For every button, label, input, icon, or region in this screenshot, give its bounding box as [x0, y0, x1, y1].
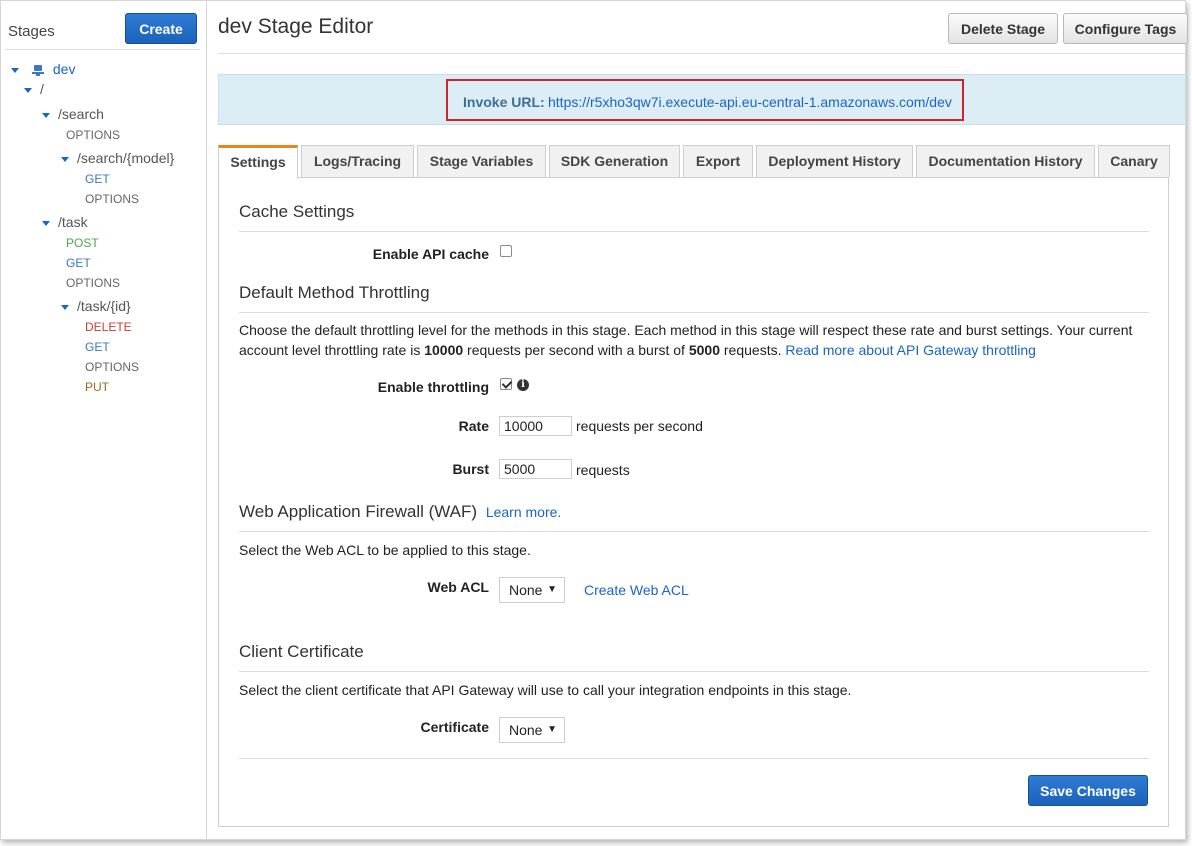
caret-down-icon[interactable] — [42, 112, 50, 118]
tab-logs-tracing[interactable]: Logs/Tracing — [301, 145, 414, 177]
dropdown-arrow-icon: ▼ — [547, 584, 557, 595]
caret-down-icon[interactable] — [24, 87, 32, 93]
enable-cache-checkbox[interactable] — [500, 245, 512, 257]
tab-settings[interactable]: Settings — [218, 145, 298, 179]
web-acl-selected-value: None — [509, 582, 543, 598]
method-get[interactable]: GET — [85, 170, 110, 188]
caret-down-icon[interactable] — [42, 220, 50, 226]
certificate-select[interactable]: None ▼ — [499, 717, 565, 743]
tree-item-search[interactable]: /search — [42, 105, 104, 123]
invoke-url-highlight: Invoke URL: https://r5xho3qw7i.execute-a… — [446, 79, 964, 121]
throttling-desc-text: requests. — [720, 342, 786, 358]
invoke-url-bar: Invoke URL: https://r5xho3qw7i.execute-a… — [218, 74, 1186, 125]
header-divider — [218, 53, 1186, 54]
certificate-description: Select the client certificate that API G… — [239, 682, 852, 698]
invoke-url-link[interactable]: https://r5xho3qw7i.execute-api.eu-centra… — [548, 94, 952, 110]
tree-item-stage-dev[interactable]: dev — [11, 60, 75, 78]
settings-panel: Cache Settings Enable API cache Default … — [218, 177, 1169, 827]
stage-name: dev — [52, 61, 76, 77]
tab-stage-variables[interactable]: Stage Variables — [417, 145, 546, 177]
stage-editor: dev Stage Editor Delete Stage Configure … — [208, 1, 1188, 839]
save-changes-button[interactable]: Save Changes — [1028, 775, 1148, 806]
rate-label: Rate — [458, 418, 489, 434]
window-frame: Stages Create dev / /search OPTIONS /sea… — [0, 0, 1188, 840]
resource-label: /search — [58, 106, 104, 122]
footer-divider — [239, 758, 1149, 759]
rate-unit: requests per second — [576, 418, 703, 434]
burst-label: Burst — [452, 461, 489, 477]
certificate-selected-value: None — [509, 722, 543, 738]
enable-throttling-label: Enable throttling — [377, 379, 489, 395]
tab-canary[interactable]: Canary — [1098, 145, 1170, 177]
tree-item-search-model[interactable]: /search/{model} — [61, 149, 174, 167]
burst-input[interactable] — [499, 459, 572, 479]
web-acl-select[interactable]: None ▼ — [499, 577, 565, 603]
delete-stage-button[interactable]: Delete Stage — [948, 13, 1058, 44]
caret-down-icon[interactable] — [61, 156, 69, 162]
caret-down-icon[interactable] — [61, 304, 69, 310]
method-options[interactable]: OPTIONS — [66, 126, 120, 144]
caret-down-icon[interactable] — [11, 67, 19, 73]
burst-unit: requests — [576, 462, 630, 478]
resource-label: /task — [58, 214, 88, 230]
section-divider — [239, 312, 1149, 313]
account-burst-value: 5000 — [688, 342, 720, 358]
section-divider — [239, 231, 1149, 232]
waf-learn-more-link[interactable]: Learn more. — [486, 504, 561, 520]
tab-documentation-history[interactable]: Documentation History — [916, 145, 1095, 177]
method-options[interactable]: OPTIONS — [66, 274, 120, 292]
create-web-acl-link[interactable]: Create Web ACL — [584, 582, 689, 598]
invoke-url-label: Invoke URL: — [463, 94, 545, 110]
tree-item-root[interactable]: / — [24, 80, 44, 98]
throttling-description: Choose the default throttling level for … — [239, 320, 1149, 360]
account-rate-value: 10000 — [424, 342, 464, 358]
cache-settings-heading: Cache Settings — [239, 202, 355, 221]
enable-throttling-checkbox[interactable] — [500, 378, 512, 390]
method-options[interactable]: OPTIONS — [85, 358, 139, 376]
sidebar-title: Stages — [8, 23, 55, 40]
method-delete[interactable]: DELETE — [85, 318, 132, 336]
waf-title-text: Web Application Firewall (WAF) — [239, 502, 478, 521]
dropdown-arrow-icon: ▼ — [547, 724, 557, 735]
method-options[interactable]: OPTIONS — [85, 190, 139, 208]
resource-label: / — [40, 81, 44, 97]
resource-label: /search/{model} — [77, 150, 175, 166]
waf-heading: Web Application Firewall (WAF) Learn mor… — [239, 502, 561, 522]
read-more-throttling-link[interactable]: Read more about API Gateway throttling — [785, 342, 1036, 358]
sidebar-divider — [6, 49, 200, 50]
tree-item-task[interactable]: /task — [42, 213, 88, 231]
method-post[interactable]: POST — [66, 234, 99, 252]
section-divider — [239, 671, 1149, 672]
tab-export[interactable]: Export — [683, 145, 753, 177]
configure-tags-button[interactable]: Configure Tags — [1063, 13, 1188, 44]
rate-input[interactable] — [499, 416, 572, 436]
throttling-desc-text: requests per second with a burst of — [463, 342, 689, 358]
method-get[interactable]: GET — [85, 338, 110, 356]
section-divider — [239, 531, 1149, 532]
client-certificate-heading: Client Certificate — [239, 642, 364, 661]
page-title: dev Stage Editor — [218, 15, 374, 38]
info-icon[interactable]: i — [517, 379, 529, 391]
certificate-label: Certificate — [420, 719, 489, 735]
web-acl-label: Web ACL — [427, 579, 489, 595]
tree-item-task-id[interactable]: /task/{id} — [61, 297, 131, 315]
waf-description: Select the Web ACL to be applied to this… — [239, 542, 531, 558]
method-put[interactable]: PUT — [85, 378, 109, 396]
tab-sdk-generation[interactable]: SDK Generation — [549, 145, 680, 177]
throttling-heading: Default Method Throttling — [239, 283, 430, 302]
create-stage-button[interactable]: Create — [125, 13, 197, 44]
method-get[interactable]: GET — [66, 254, 91, 272]
stage-icon — [31, 65, 44, 77]
resource-label: /task/{id} — [77, 298, 131, 314]
stages-sidebar: Stages Create dev / /search OPTIONS /sea… — [1, 1, 207, 839]
enable-cache-label: Enable API cache — [372, 246, 489, 262]
tab-deployment-history[interactable]: Deployment History — [756, 145, 913, 177]
